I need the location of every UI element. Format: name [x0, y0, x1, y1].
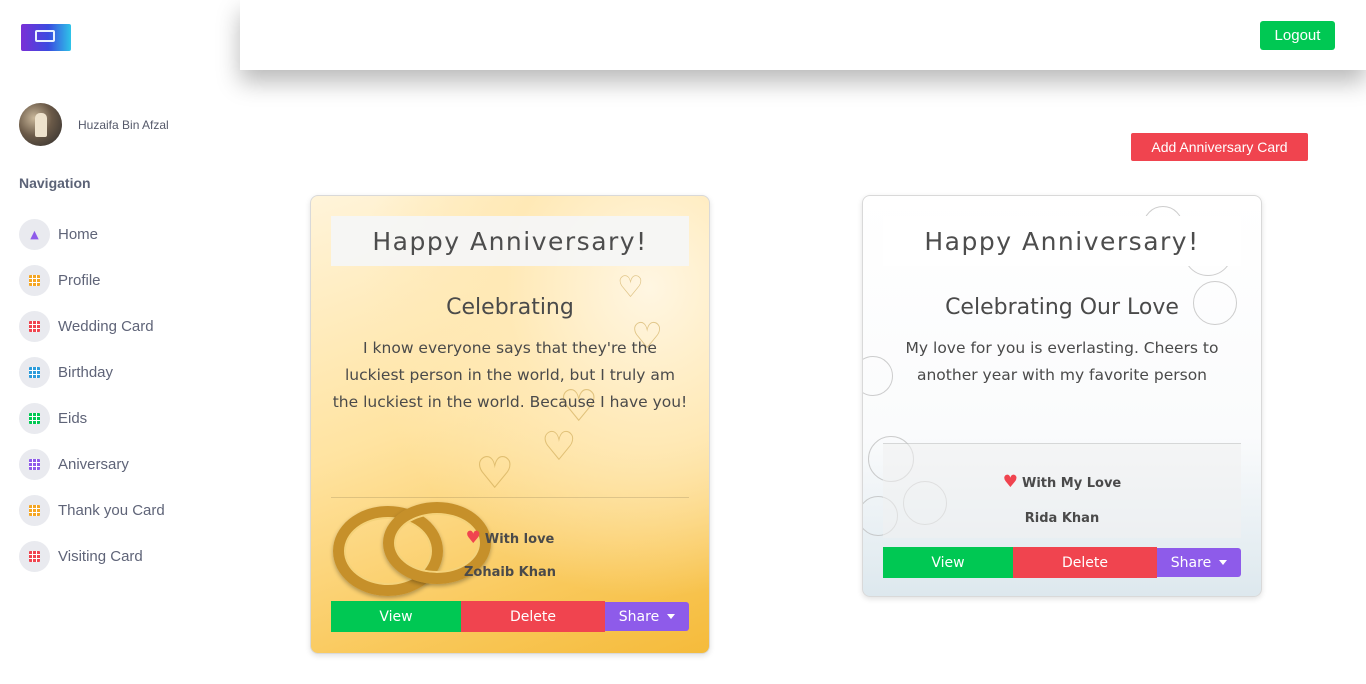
- nav-icon-bg: [19, 310, 50, 342]
- card-subtitle: Celebrating: [446, 295, 574, 320]
- sidebar-item-profile[interactable]: Profile: [19, 264, 229, 296]
- logout-button[interactable]: Logout: [1260, 21, 1335, 50]
- top-bar: [240, 0, 1366, 70]
- sidebar-item-label: Eids: [58, 409, 88, 427]
- wedding-rings-image: [327, 496, 507, 601]
- card-title: Happy Anniversary!: [372, 226, 648, 256]
- heart-icon: ♥: [1002, 472, 1018, 492]
- nav-icon-bg: [19, 356, 50, 388]
- nav-icon-bg: [19, 402, 50, 434]
- with-love-text: With My Love: [1022, 476, 1122, 491]
- card-subtitle: Celebrating Our Love: [945, 295, 1179, 320]
- avatar[interactable]: [19, 103, 62, 146]
- view-button[interactable]: View: [331, 601, 461, 632]
- card-signer: Zohaib Khan: [463, 565, 557, 580]
- grid-icon: [29, 550, 40, 562]
- nav-icon-bg: ▲: [19, 218, 50, 250]
- sidebar-item-label: Profile: [58, 271, 101, 289]
- heart-decoration-icon: ♡: [475, 448, 515, 499]
- card-signer: Rida Khan: [1024, 511, 1100, 526]
- sidebar-item-home[interactable]: ▲ Home: [19, 218, 229, 250]
- sidebar-item-aniversary[interactable]: Aniversary: [19, 448, 229, 480]
- sidebar-item-visiting-card[interactable]: Visiting Card: [19, 540, 229, 572]
- grid-icon: [29, 458, 40, 470]
- card-actions: View Delete Share: [883, 547, 1241, 578]
- card-title: Happy Anniversary!: [924, 226, 1200, 256]
- avatar-figure: [35, 113, 47, 137]
- share-dropdown-button[interactable]: Share: [1157, 548, 1241, 577]
- card-title-box: Happy Anniversary!: [331, 216, 689, 266]
- share-label: Share: [1170, 554, 1212, 571]
- card-divider: [331, 497, 689, 498]
- sidebar-item-thank-you-card[interactable]: Thank you Card: [19, 494, 229, 526]
- caret-down-icon: [667, 614, 676, 619]
- anniversary-card: Happy Anniversary! Celebrating Our Love …: [862, 195, 1262, 597]
- app-logo[interactable]: [21, 24, 71, 51]
- nav-icon-bg: [19, 264, 50, 296]
- add-anniversary-card-button[interactable]: Add Anniversary Card: [1131, 133, 1308, 161]
- nav-icon-bg: [19, 494, 50, 526]
- nav-icon-bg: [19, 540, 50, 572]
- with-love-line: ♥ With My Love: [863, 472, 1261, 492]
- sidebar-item-label: Home: [58, 225, 99, 243]
- card-title-box: Happy Anniversary!: [883, 216, 1241, 266]
- delete-button[interactable]: Delete: [1013, 547, 1157, 578]
- caret-down-icon: [1219, 560, 1228, 565]
- grid-icon: [29, 320, 40, 332]
- home-icon: ▲: [30, 227, 39, 241]
- grid-icon: [29, 274, 40, 286]
- card-message: My love for you is everlasting. Cheers t…: [905, 339, 1219, 384]
- logo-mark-icon: [35, 30, 55, 42]
- sidebar-item-label: Birthday: [58, 363, 114, 381]
- share-label: Share: [618, 608, 660, 625]
- nav-icon-bg: [19, 448, 50, 480]
- sidebar-item-label: Visiting Card: [58, 547, 143, 565]
- grid-icon: [29, 412, 40, 424]
- sidebar-item-eids[interactable]: Eids: [19, 402, 229, 434]
- user-name: Huzaifa Bin Afzal: [78, 118, 169, 132]
- sidebar-item-label: Thank you Card: [58, 501, 165, 519]
- sidebar-item-wedding-card[interactable]: Wedding Card: [19, 310, 229, 342]
- grid-icon: [29, 504, 40, 516]
- card-message: I know everyone says that they're the lu…: [332, 339, 688, 411]
- anniversary-card: ♡ ♡ ♡ ♡ ♡ Happy Anniversary! Celebrating…: [310, 195, 710, 654]
- view-button[interactable]: View: [883, 547, 1013, 578]
- delete-button[interactable]: Delete: [461, 601, 605, 632]
- card-divider: [883, 443, 1241, 444]
- card-actions: View Delete Share: [331, 601, 689, 632]
- grid-icon: [29, 366, 40, 378]
- sidebar-item-label: Aniversary: [58, 455, 129, 473]
- sidebar-item-label: Wedding Card: [58, 317, 154, 335]
- share-dropdown-button[interactable]: Share: [605, 602, 689, 631]
- nav-title: Navigation: [19, 175, 91, 191]
- heart-icon: ♥: [465, 528, 481, 548]
- sidebar: Huzaifa Bin Afzal Navigation ▲ Home Prof…: [0, 0, 240, 684]
- with-love-text: With love: [484, 532, 555, 547]
- with-love-line: ♥ With love: [311, 528, 709, 548]
- heart-decoration-icon: ♡: [541, 424, 577, 470]
- sidebar-item-birthday[interactable]: Birthday: [19, 356, 229, 388]
